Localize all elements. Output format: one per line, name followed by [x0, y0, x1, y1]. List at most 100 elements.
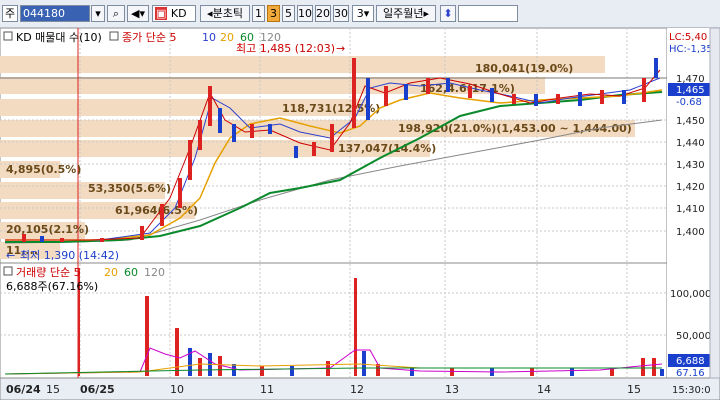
- candle: [60, 238, 64, 242]
- stock-code-input[interactable]: 044180: [20, 5, 90, 22]
- volume-ma20-label: 20: [104, 266, 118, 279]
- candle: [642, 78, 646, 102]
- candle: [198, 120, 202, 150]
- stock-code-value: 044180: [23, 7, 65, 20]
- x-tick: 06/24: [6, 383, 41, 396]
- volume-bar: [652, 358, 656, 376]
- vp-label: 118,731(12.5%): [282, 102, 380, 115]
- stock-name-value: KD: [170, 7, 187, 20]
- price-tick: 1,430: [676, 160, 705, 171]
- volume-bar: [260, 366, 264, 376]
- candle: [468, 86, 472, 98]
- x-tick: 14: [537, 383, 551, 396]
- hc-label: HC:-1,35: [669, 44, 713, 55]
- x-tick: 15: [627, 383, 641, 396]
- volume-bar: [570, 368, 574, 376]
- volume-bar: [410, 368, 414, 376]
- period-type-button[interactable]: ◂분초틱: [200, 5, 250, 22]
- volume-bar: [198, 358, 202, 376]
- volume-ma120-label: 120: [144, 266, 165, 279]
- volume-panel-frame: [0, 262, 668, 379]
- candle: [352, 58, 356, 128]
- x-tick: 13: [445, 383, 459, 396]
- period-type-label: 분초틱: [212, 7, 243, 20]
- volume-tick: 50,000: [676, 331, 711, 342]
- chart-unit-selector[interactable]: 일주월년▸: [376, 5, 436, 22]
- up-down-arrow-icon[interactable]: ⬍: [440, 5, 456, 22]
- volume-pct: 67.16: [676, 368, 705, 379]
- candle: [22, 234, 26, 242]
- period-option-10[interactable]: 10: [297, 5, 313, 22]
- ma10-label: 10: [202, 31, 216, 44]
- chart-area: 180,041(19.0%) 162,4.6(17.1%) 118,731(12…: [0, 27, 720, 401]
- volume-bar: [290, 366, 294, 376]
- unit-value-select[interactable]: 3▾: [352, 5, 374, 22]
- candle: [366, 78, 370, 120]
- period-option-5[interactable]: 5: [282, 5, 295, 22]
- price-tick: 1,400: [676, 227, 705, 238]
- vp-label: 53,350(5.6%): [88, 182, 171, 195]
- blank-input[interactable]: [458, 5, 518, 22]
- candle: [490, 88, 494, 102]
- ma120-label: 120: [260, 31, 281, 44]
- candle: [208, 86, 212, 126]
- vp-label: 4,895(0.5%): [6, 163, 81, 176]
- x-tick: 15: [46, 383, 60, 396]
- search-icon[interactable]: ⌕: [107, 5, 125, 22]
- candle: [268, 124, 272, 134]
- candle: [40, 236, 44, 242]
- volume-bar: [175, 328, 179, 376]
- candle: [100, 238, 104, 242]
- vertical-scrollbar[interactable]: [709, 27, 720, 379]
- ma-label: 종가 단순 5: [122, 31, 176, 44]
- volume-bar: [362, 351, 366, 376]
- chart-unit-label: 일주월년: [382, 7, 424, 20]
- volume-ma60-label: 60: [124, 266, 138, 279]
- low-price-label: 최저 1,390 (14:42): [20, 249, 119, 262]
- speaker-icon[interactable]: ◀▾: [127, 5, 149, 22]
- code-dropdown-button[interactable]: ▾: [91, 5, 105, 22]
- volume-bar: [450, 368, 454, 376]
- candle: [600, 90, 604, 104]
- volume-current-label: 6,688주(67.16%): [6, 280, 98, 293]
- vp-label: 20,105(2.1%): [6, 223, 89, 236]
- new-badge-icon: ▣: [155, 7, 168, 20]
- chart-canvas[interactable]: 180,041(19.0%) 162,4.6(17.1%) 118,731(12…: [0, 27, 720, 401]
- x-tick: 12: [350, 383, 364, 396]
- chart-toolbar: 주 044180 ▾ ⌕ ◀▾ ▣ KD ◂분초틱 1 3 5 10 20 30…: [0, 0, 720, 28]
- x-time-label: 15:30:0: [672, 385, 711, 396]
- candle: [384, 86, 388, 106]
- period-option-3[interactable]: 3: [267, 5, 280, 22]
- volume-bar: [530, 368, 534, 376]
- current-volume: 6,688: [676, 356, 705, 367]
- period-option-20[interactable]: 20: [315, 5, 331, 22]
- price-tick: 1,410: [676, 204, 705, 215]
- price-panel-legend: KD 매물대 수(10) 종가 단순 5 10 20 60 120: [3, 31, 281, 44]
- candle: [232, 124, 236, 142]
- candle: [512, 94, 516, 104]
- candle: [218, 108, 222, 133]
- x-tick: 11: [260, 383, 274, 396]
- price-tick: 1,440: [676, 138, 705, 149]
- period-option-30-label: 30: [334, 7, 348, 20]
- pct-change: -0.68: [676, 97, 702, 108]
- candle: [188, 140, 192, 180]
- vp-label: 137,047(14.4%): [338, 142, 436, 155]
- low-arrow-icon: ←: [6, 249, 15, 262]
- period-option-10-label: 10: [298, 7, 312, 20]
- period-option-1[interactable]: 1: [252, 5, 265, 22]
- mode-select[interactable]: 주: [2, 5, 18, 22]
- period-option-3-label: 3: [270, 7, 277, 20]
- volume-bar: [354, 278, 357, 376]
- candle: [426, 78, 430, 94]
- ma60-label: 60: [240, 31, 254, 44]
- stock-name-field[interactable]: ▣ KD: [152, 5, 196, 22]
- volume-tick: 100,000: [670, 289, 711, 300]
- price-tick: 1,450: [676, 116, 705, 127]
- candle: [312, 142, 316, 156]
- period-option-1-label: 1: [255, 7, 262, 20]
- price-tick: 1,420: [676, 182, 705, 193]
- period-option-20-label: 20: [316, 7, 330, 20]
- candle: [578, 92, 582, 106]
- period-option-30[interactable]: 30: [333, 5, 349, 22]
